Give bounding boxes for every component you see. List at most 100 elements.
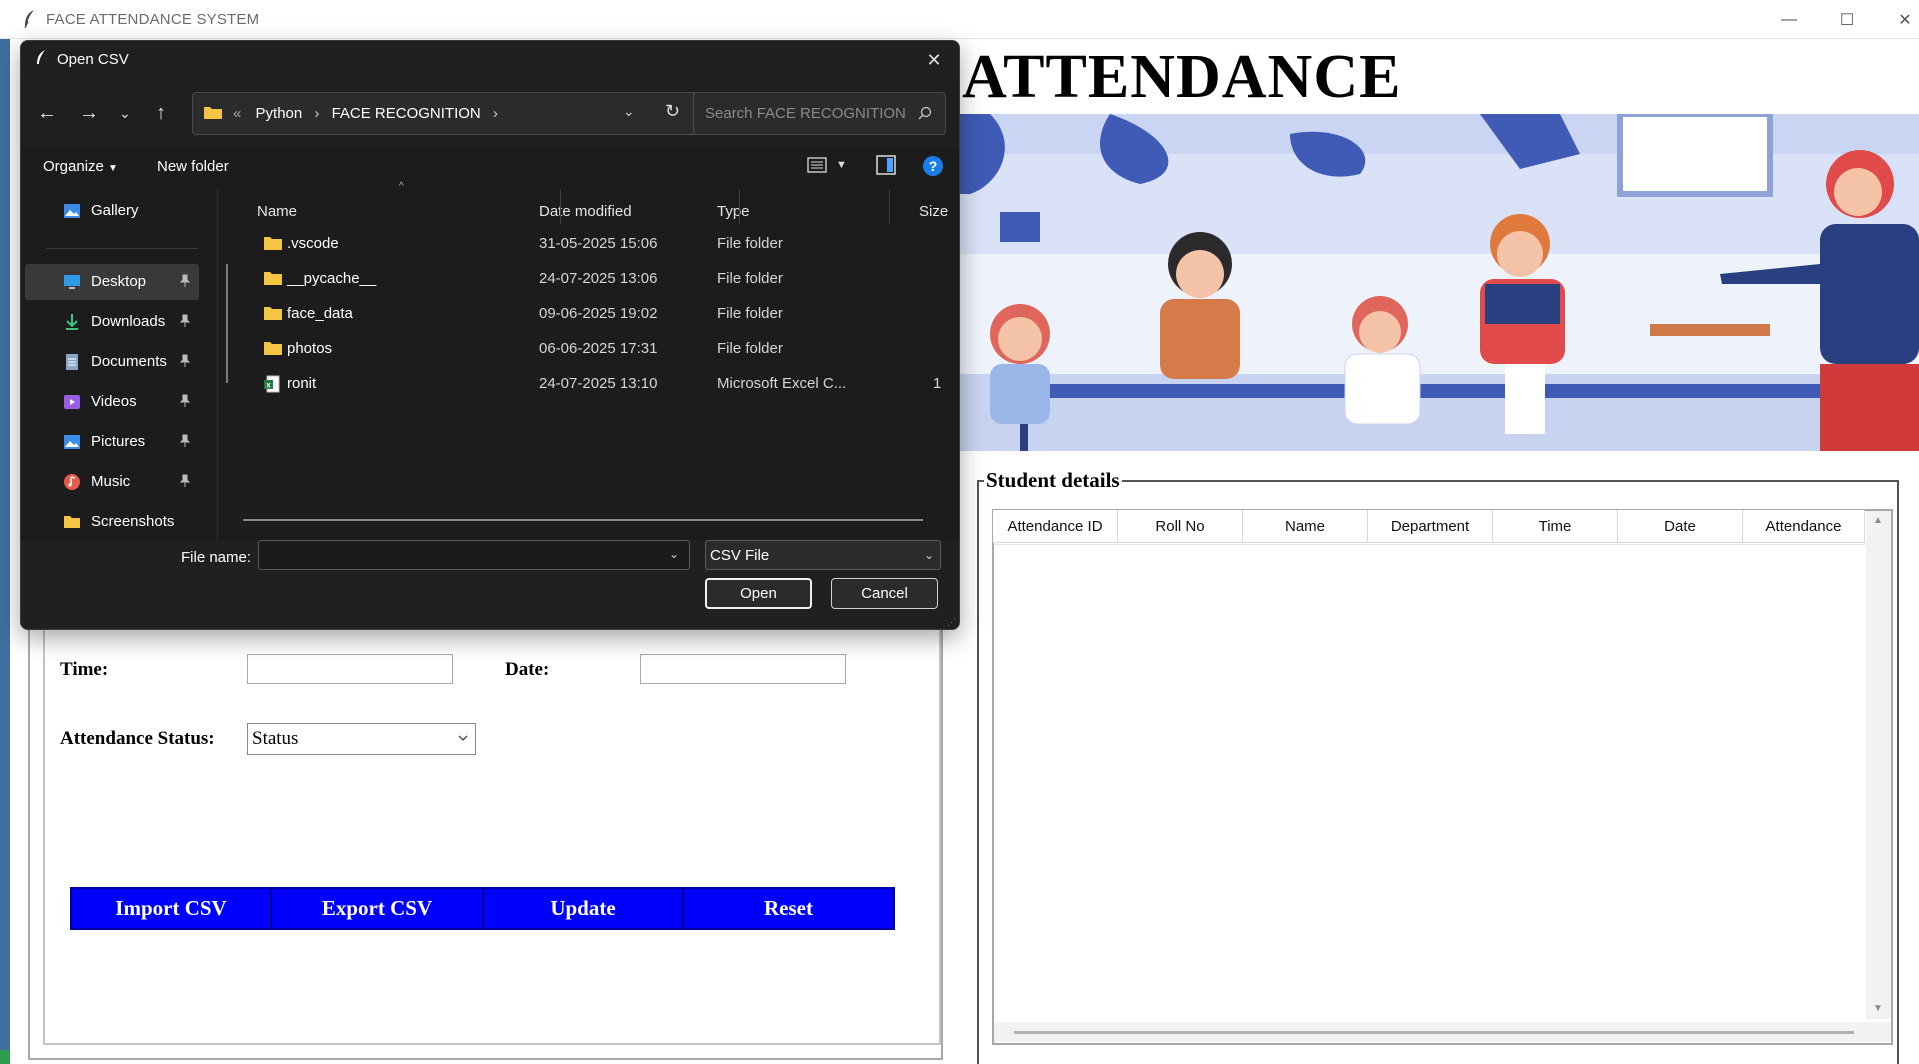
dialog-titlebar: Open CSV ✕ [21,41,959,79]
svg-text:?: ? [929,158,938,174]
column-header-roll-no[interactable]: Roll No [1118,510,1243,543]
column-header-name[interactable]: Name [1243,510,1368,543]
svg-text:x: x [266,381,271,390]
scroll-up-icon[interactable]: ▲ [1873,515,1883,526]
file-row[interactable]: .vscode 31-05-2025 15:06 File folder [243,227,943,261]
breadcrumb: « Python › FACE RECOGNITION › [233,105,506,122]
cancel-button[interactable]: Cancel [831,578,938,609]
chevron-down-icon[interactable]: ⌄ [623,103,635,120]
gallery-icon [64,204,80,218]
table-body[interactable] [994,544,1865,1021]
minimize-button[interactable]: — [1760,0,1818,39]
background-strip [0,39,10,1064]
column-header-name[interactable]: Name [257,203,297,220]
forward-arrow-icon[interactable]: → [79,102,99,125]
sidebar-item-screenshots[interactable]: Screenshots [25,504,195,540]
folder-icon [264,307,282,320]
pin-icon[interactable] [179,394,191,408]
export-csv-button[interactable]: Export CSV [272,889,484,928]
time-input[interactable] [247,654,453,684]
chevron-right-icon[interactable]: › [493,105,498,122]
preview-pane-icon[interactable] [876,155,896,175]
pin-icon[interactable] [179,314,191,328]
sidebar-item-music[interactable]: Music [25,464,195,500]
import-csv-button[interactable]: Import CSV [72,889,272,928]
help-icon[interactable]: ? [922,155,944,177]
file-list-header: Name Date modified Type Size [243,189,959,227]
column-header-time[interactable]: Time [1493,510,1618,543]
column-header-department[interactable]: Department [1368,510,1493,543]
sidebar-item-documents[interactable]: Documents [25,344,195,380]
maximize-button[interactable]: ☐ [1818,0,1876,39]
search-input[interactable]: Search FACE RECOGNITION [693,92,946,135]
file-type-select[interactable]: CSV File ⌄ [705,540,941,570]
folder-icon [264,272,282,285]
pin-icon[interactable] [179,474,191,488]
scroll-down-icon[interactable]: ▼ [1873,1003,1883,1014]
pin-icon[interactable] [179,274,191,288]
folder-icon [64,516,80,528]
file-list-horizontal-scrollbar[interactable] [243,519,923,521]
sidebar-item-gallery[interactable]: Gallery [25,193,195,229]
table-horizontal-scrollbar[interactable] [994,1022,1891,1042]
resize-grip-icon[interactable]: ⋰ [947,617,956,628]
column-header-date-modified[interactable]: Date modified [539,203,632,220]
file-row[interactable]: face_data 09-06-2025 19:02 File folder [243,297,943,331]
file-name-input[interactable] [258,540,690,570]
attendance-status-label: Attendance Status: [60,728,215,749]
sidebar-item-downloads[interactable]: Downloads [25,304,195,340]
sidebar-item-videos[interactable]: Videos [25,384,195,420]
breadcrumb-overflow[interactable]: « [233,105,241,122]
date-label: Date: [505,659,550,680]
breadcrumb-item-python[interactable]: Python [256,105,303,122]
file-row[interactable]: photos 06-06-2025 17:31 File folder [243,332,943,366]
column-header-type[interactable]: Type [717,203,750,220]
chevron-down-icon [458,735,468,741]
date-input[interactable] [640,654,846,684]
dialog-close-button[interactable]: ✕ [919,47,949,73]
refresh-icon[interactable]: ↻ [665,101,680,122]
recent-locations-icon[interactable]: ⌄ [119,105,131,122]
sidebar-item-pictures[interactable]: Pictures [25,424,195,460]
excel-csv-icon: x [264,375,280,393]
app-title: FACE ATTENDANCE SYSTEM [46,11,260,28]
app-feather-icon [24,10,34,29]
table-vertical-scrollbar[interactable]: ▲ ▼ [1866,511,1891,1019]
view-list-icon[interactable] [807,156,827,174]
sidebar-item-desktop[interactable]: Desktop [25,264,199,300]
up-arrow-icon[interactable]: ↑ [156,102,166,125]
scroll-thumb[interactable] [1014,1031,1854,1034]
column-header-attendance-id[interactable]: Attendance ID [993,510,1118,543]
pin-icon[interactable] [179,354,191,368]
breadcrumb-item-face-recognition[interactable]: FACE RECOGNITION [332,105,481,122]
file-row[interactable]: __pycache__ 24-07-2025 13:06 File folder [243,262,943,296]
close-window-button[interactable]: ✕ [1876,0,1919,39]
pin-icon[interactable] [179,434,191,448]
address-bar[interactable]: « Python › FACE RECOGNITION › ⌄ ↻ [192,92,698,135]
app-titlebar: FACE ATTENDANCE SYSTEM — ☐ ✕ [0,0,1919,39]
reset-button[interactable]: Reset [684,889,893,928]
close-icon: ✕ [1898,11,1912,29]
open-button[interactable]: Open [705,578,812,609]
column-header-size[interactable]: Size [919,203,948,220]
chevron-down-icon: ⌄ [923,548,934,562]
dialog-title: Open CSV [57,51,129,68]
column-header-attendance[interactable]: Attendance [1743,510,1865,543]
back-arrow-icon[interactable]: ← [37,102,57,125]
nav-pane-scrollbar[interactable] [226,264,228,383]
file-row[interactable]: x ronit 24-07-2025 13:10 Microsoft Excel… [243,367,943,401]
attendance-status-value: Status [252,728,299,749]
minimize-icon: — [1781,10,1797,28]
background-strip-accent [0,1050,10,1064]
column-separator[interactable] [739,189,740,224]
column-header-date[interactable]: Date [1618,510,1743,543]
new-folder-button[interactable]: New folder [157,158,229,175]
column-separator[interactable] [560,189,561,224]
chevron-down-icon[interactable]: ▼ [836,159,847,171]
chevron-down-icon[interactable]: ⌄ [669,547,679,561]
column-separator[interactable] [889,189,890,224]
folder-icon [204,107,222,119]
organize-menu-button[interactable]: Organize ▼ [43,158,118,175]
update-button[interactable]: Update [484,889,684,928]
attendance-status-select[interactable]: Status [247,723,476,755]
